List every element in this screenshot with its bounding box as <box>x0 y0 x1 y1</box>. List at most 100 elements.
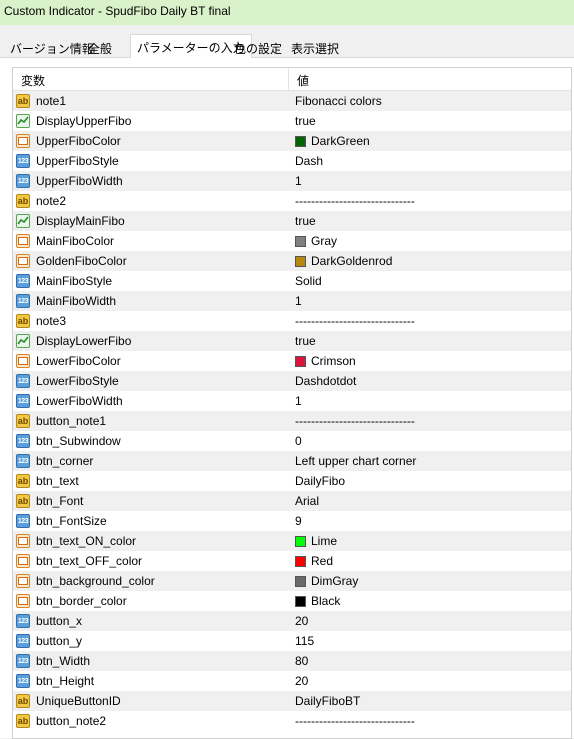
table-row[interactable]: btn_border_color Black <box>13 591 571 611</box>
table-row[interactable]: 123 LowerFiboWidth 1 <box>13 391 571 411</box>
table-row[interactable]: GoldenFiboColor DarkGoldenrod <box>13 251 571 271</box>
variable-cell[interactable]: ab UniqueButtonID <box>13 691 289 711</box>
variable-cell[interactable]: 123 btn_FontSize <box>13 511 289 531</box>
variable-cell[interactable]: 123 MainFiboStyle <box>13 271 289 291</box>
variable-cell[interactable]: ab button_note2 <box>13 711 289 731</box>
variable-cell[interactable]: btn_border_color <box>13 591 289 611</box>
table-row[interactable]: 123 btn_Subwindow 0 <box>13 431 571 451</box>
value-cell[interactable]: DailyFibo <box>289 471 571 491</box>
table-row[interactable]: DisplayUpperFibo true <box>13 111 571 131</box>
value-cell[interactable]: Red <box>289 551 571 571</box>
value-cell[interactable]: Solid <box>289 271 571 291</box>
variable-cell[interactable]: btn_text_ON_color <box>13 531 289 551</box>
variable-cell[interactable]: 123 button_x <box>13 611 289 631</box>
table-row[interactable]: 123 UpperFiboWidth 1 <box>13 171 571 191</box>
variable-cell[interactable]: 123 UpperFiboStyle <box>13 151 289 171</box>
variable-cell[interactable]: ab note2 <box>13 191 289 211</box>
value-cell[interactable]: Crimson <box>289 351 571 371</box>
table-row[interactable]: 123 UpperFiboStyle Dash <box>13 151 571 171</box>
value-cell[interactable]: Black <box>289 591 571 611</box>
value-cell[interactable]: true <box>289 111 571 131</box>
value-cell[interactable]: 9 <box>289 511 571 531</box>
variable-cell[interactable]: DisplayUpperFibo <box>13 111 289 131</box>
variable-cell[interactable]: ab note1 <box>13 91 289 111</box>
table-row[interactable]: 123 button_y 115 <box>13 631 571 651</box>
tab-general[interactable]: 全般 <box>82 36 118 58</box>
value-cell[interactable]: Left upper chart corner <box>289 451 571 471</box>
variable-cell[interactable]: 123 MainFiboWidth <box>13 291 289 311</box>
table-row[interactable]: btn_text_ON_color Lime <box>13 531 571 551</box>
table-row[interactable]: 123 MainFiboWidth 1 <box>13 291 571 311</box>
variable-cell[interactable]: btn_background_color <box>13 571 289 591</box>
table-row[interactable]: DisplayMainFibo true <box>13 211 571 231</box>
value-cell[interactable]: 1 <box>289 291 571 311</box>
column-header-variable[interactable]: 変数 <box>13 68 289 90</box>
table-row[interactable]: ab btn_Font Arial <box>13 491 571 511</box>
table-row[interactable]: 123 LowerFiboStyle Dashdotdot <box>13 371 571 391</box>
value-cell[interactable]: true <box>289 211 571 231</box>
table-row[interactable]: DisplayLowerFibo true <box>13 331 571 351</box>
table-row[interactable]: ab note2 ------------------------------ <box>13 191 571 211</box>
table-row[interactable]: 123 btn_Height 20 <box>13 671 571 691</box>
variable-cell[interactable]: DisplayMainFibo <box>13 211 289 231</box>
table-row[interactable]: 123 MainFiboStyle Solid <box>13 271 571 291</box>
table-row[interactable]: btn_text_OFF_color Red <box>13 551 571 571</box>
value-cell[interactable]: Fibonacci colors <box>289 91 571 111</box>
table-row[interactable]: 123 btn_FontSize 9 <box>13 511 571 531</box>
table-row[interactable]: ab button_note1 --------------------------… <box>13 411 571 431</box>
variable-cell[interactable]: LowerFiboColor <box>13 351 289 371</box>
variable-cell[interactable]: DisplayLowerFibo <box>13 331 289 351</box>
value-cell[interactable]: ------------------------------ <box>289 711 571 731</box>
value-cell[interactable]: DarkGreen <box>289 131 571 151</box>
tab-colors[interactable]: 色の設定 <box>228 36 288 58</box>
value-cell[interactable]: 0 <box>289 431 571 451</box>
table-row[interactable]: 123 btn_corner Left upper chart corner <box>13 451 571 471</box>
value-cell[interactable]: Dash <box>289 151 571 171</box>
value-cell[interactable]: Arial <box>289 491 571 511</box>
table-row[interactable]: btn_background_color DimGray <box>13 571 571 591</box>
value-cell[interactable]: ------------------------------ <box>289 411 571 431</box>
tab-visualization[interactable]: 表示選択 <box>285 36 345 58</box>
variable-cell[interactable]: 123 btn_corner <box>13 451 289 471</box>
table-row[interactable]: ab note3 ------------------------------ <box>13 311 571 331</box>
variable-cell[interactable]: 123 button_y <box>13 631 289 651</box>
table-row[interactable]: 123 btn_Width 80 <box>13 651 571 671</box>
variable-cell[interactable]: 123 LowerFiboWidth <box>13 391 289 411</box>
value-cell[interactable]: 20 <box>289 611 571 631</box>
variable-cell[interactable]: 123 btn_Subwindow <box>13 431 289 451</box>
value-cell[interactable]: ------------------------------ <box>289 191 571 211</box>
variable-cell[interactable]: btn_text_OFF_color <box>13 551 289 571</box>
variable-cell[interactable]: GoldenFiboColor <box>13 251 289 271</box>
value-cell[interactable]: ------------------------------ <box>289 311 571 331</box>
value-cell[interactable]: DimGray <box>289 571 571 591</box>
value-cell[interactable]: Lime <box>289 531 571 551</box>
variable-cell[interactable]: ab btn_text <box>13 471 289 491</box>
variable-cell[interactable]: 123 btn_Width <box>13 651 289 671</box>
table-row[interactable]: ab UniqueButtonID DailyFiboBT <box>13 691 571 711</box>
value-cell[interactable]: 20 <box>289 671 571 691</box>
value-cell[interactable]: Gray <box>289 231 571 251</box>
table-row[interactable]: 123 button_x 20 <box>13 611 571 631</box>
value-cell[interactable]: 1 <box>289 391 571 411</box>
variable-cell[interactable]: ab btn_Font <box>13 491 289 511</box>
value-cell[interactable]: true <box>289 331 571 351</box>
variable-cell[interactable]: 123 UpperFiboWidth <box>13 171 289 191</box>
table-row[interactable]: ab button_note2 --------------------------… <box>13 711 571 731</box>
variable-cell[interactable]: MainFiboColor <box>13 231 289 251</box>
value-cell[interactable]: 115 <box>289 631 571 651</box>
table-row[interactable]: LowerFiboColor Crimson <box>13 351 571 371</box>
table-row[interactable]: ab note1 Fibonacci colors <box>13 91 571 111</box>
variable-cell[interactable]: ab note3 <box>13 311 289 331</box>
value-cell[interactable]: DarkGoldenrod <box>289 251 571 271</box>
table-row[interactable]: UpperFiboColor DarkGreen <box>13 131 571 151</box>
table-row[interactable]: ab btn_text DailyFibo <box>13 471 571 491</box>
table-row[interactable]: MainFiboColor Gray <box>13 231 571 251</box>
variable-cell[interactable]: UpperFiboColor <box>13 131 289 151</box>
variable-cell[interactable]: 123 LowerFiboStyle <box>13 371 289 391</box>
variable-cell[interactable]: 123 btn_Height <box>13 671 289 691</box>
variable-cell[interactable]: ab button_note1 <box>13 411 289 431</box>
column-header-value[interactable]: 値 <box>289 68 309 90</box>
value-cell[interactable]: 1 <box>289 171 571 191</box>
value-cell[interactable]: 80 <box>289 651 571 671</box>
parameters-table[interactable]: 変数 値 ab note1 Fibonacci colors DisplayUpper… <box>12 67 572 739</box>
